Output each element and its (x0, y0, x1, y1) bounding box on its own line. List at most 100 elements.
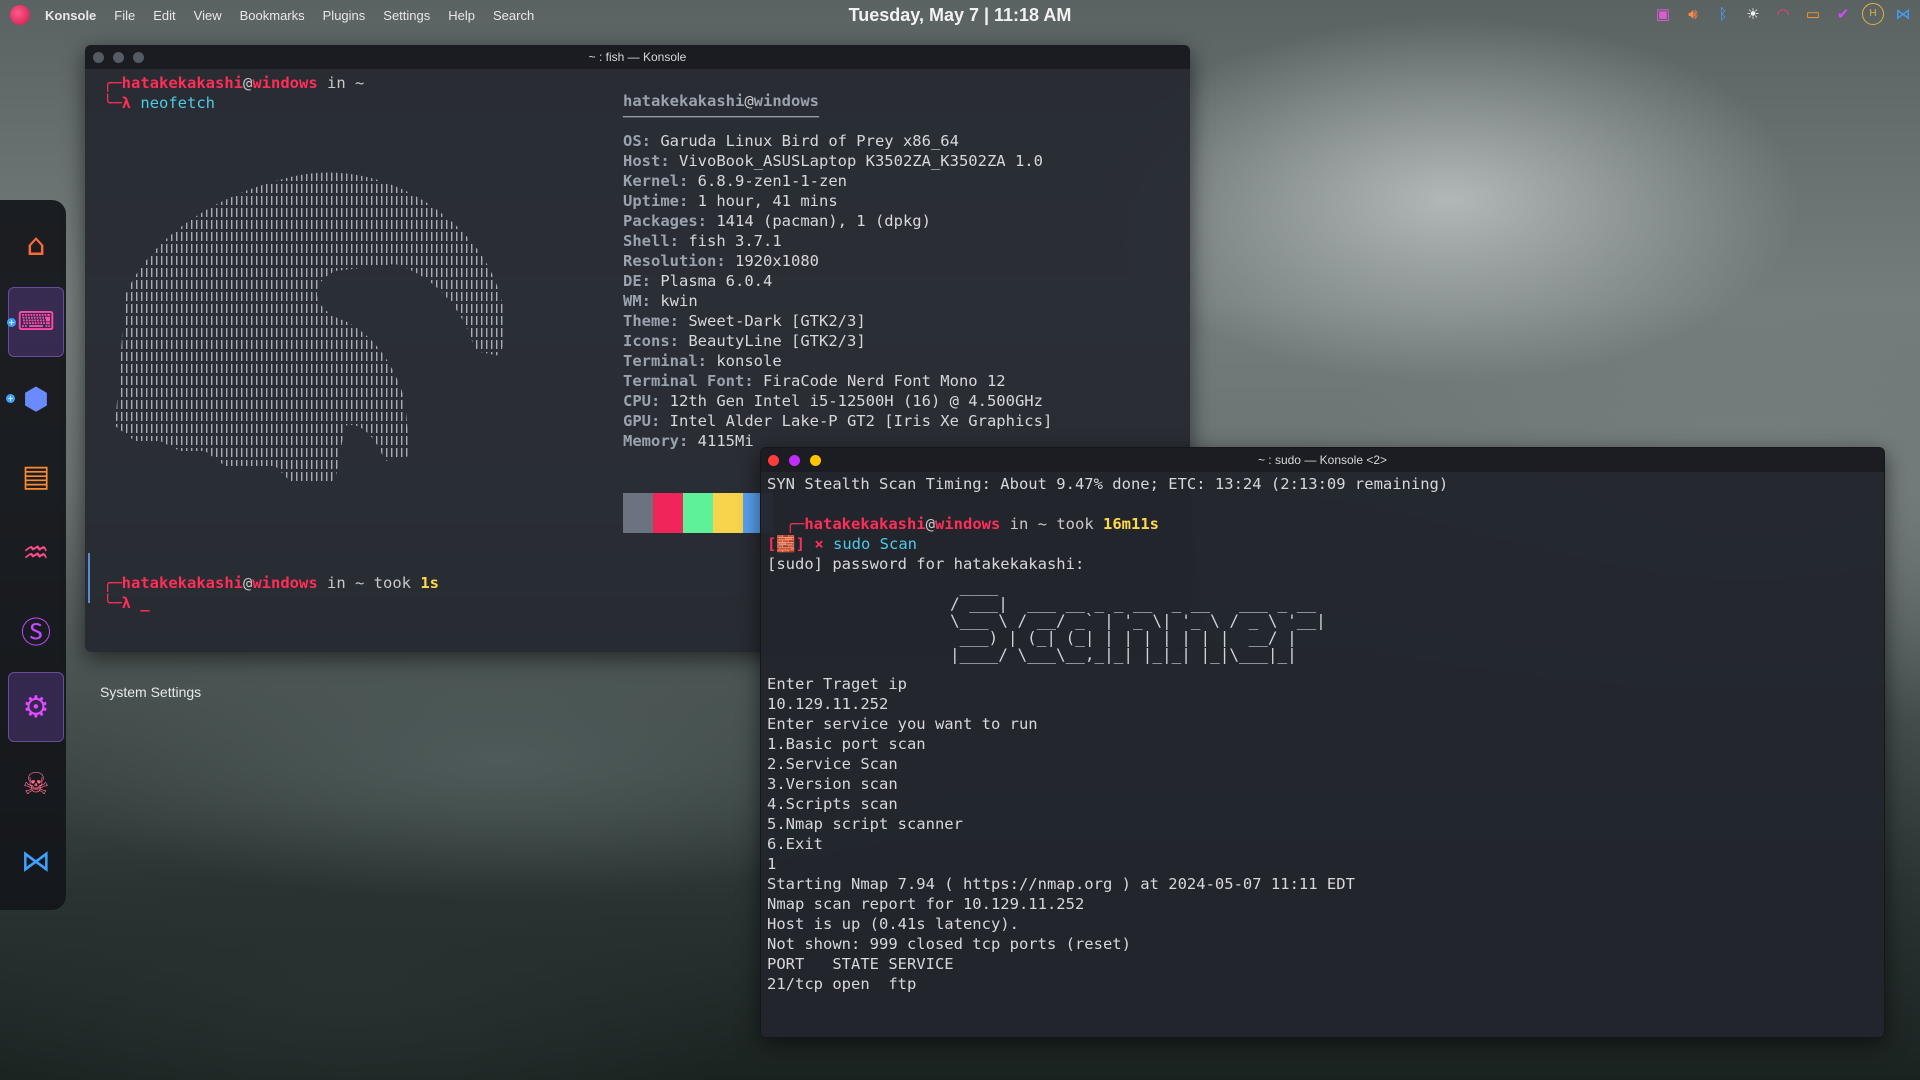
menu-bookmarks[interactable]: Bookmarks (240, 8, 305, 23)
browser-icon: ⬢ (22, 381, 50, 417)
info-row-shell: Shell: fish 3.7.1 (623, 232, 782, 250)
output-line: 10.129.11.252 (767, 695, 889, 713)
prompt-dir: ~ (355, 74, 365, 92)
output-line: Nmap scan report for 10.129.11.252 (767, 895, 1085, 913)
menu-view[interactable]: View (194, 8, 222, 23)
scan-progress-line: SYN Stealth Scan Timing: About 9.47% don… (767, 475, 1449, 493)
terminal-prompt: ╭─hatakekakashi@windows in ~ took 16m11s (767, 515, 1159, 533)
neofetch-separator: ───────────────────── (623, 108, 819, 126)
output-line: PORT STATE SERVICE (767, 955, 954, 973)
color-swatch (623, 493, 653, 533)
info-row-host: Host: VivoBook_ASUSLaptop K3502ZA_K3502Z… (623, 152, 1043, 170)
garuda-logo-icon[interactable] (10, 5, 30, 25)
menu-plugins[interactable]: Plugins (323, 8, 366, 23)
dock-item-snap[interactable]: Ⓢ (8, 595, 64, 665)
prompt-in: in (317, 74, 355, 92)
menu-edit[interactable]: Edit (153, 8, 175, 23)
window-titlebar[interactable]: ~ : fish — Konsole (85, 45, 1190, 69)
output-line: Enter Traget ip (767, 675, 907, 693)
info-row-kernel: Kernel: 6.8.9-zen1-1-zen (623, 172, 847, 190)
info-row-os: OS: Garuda Linux Bird of Prey x86_64 (623, 132, 959, 150)
output-line: 4.Scripts scan (767, 795, 898, 813)
garuda-ascii-logo (105, 125, 525, 525)
sudo-password-prompt: [sudo] password for hatakekakashi: (767, 555, 1085, 573)
info-row-resolution: Resolution: 1920x1080 (623, 252, 819, 270)
system-monitor-icon: ♒ (22, 535, 50, 571)
info-row-icons: Icons: BeautyLine [GTK2/3] (623, 332, 866, 350)
info-row-de: DE: Plasma 6.0.4 (623, 272, 773, 290)
status-glyph: [🧱] (767, 535, 805, 553)
info-row-uptime: Uptime: 1 hour, 41 mins (623, 192, 838, 210)
terminal-command-line: [🧱] × sudo Scan (767, 534, 917, 554)
output-line: 6.Exit (767, 835, 823, 853)
system-tray: ▣ 🔊︎ ᛒ ☀ ◠ ▭ ✔ H ⋈ (1652, 3, 1914, 25)
window-title: ~ : sudo — Konsole <2> (1257, 453, 1388, 467)
konsole-icon: ⌨ (17, 307, 55, 337)
info-row-terminal-font: Terminal Font: FiraCode Nerd Font Mono 1… (623, 372, 1006, 390)
volume-icon[interactable]: 🔊︎ (1682, 3, 1704, 25)
scroll-marker (88, 553, 90, 603)
scanner-banner: ____ / ___| ___ __ _ _ __ _ __ ___ _ __ … (950, 577, 1326, 664)
output-line: Enter service you want to run (767, 715, 1038, 733)
terminal-prompt: ╭─hatakekakashi@windows in ~ (103, 74, 365, 92)
output-line: 2.Service Scan (767, 755, 898, 773)
running-indicator: + (7, 318, 16, 327)
dock-item-settings[interactable]: ⚙ (8, 672, 64, 742)
dock: ⌂ + ⌨ + ⬢ ▤ ♒ Ⓢ ⚙ ☠ ⋈ (0, 200, 66, 910)
battery-icon[interactable]: ▭ (1802, 3, 1824, 25)
prompt-lambda: λ (121, 94, 132, 112)
konsole-window-sudo[interactable]: ~ : sudo — Konsole <2> SYN Stealth Scan … (760, 447, 1885, 1038)
info-row-cpu: CPU: 12th Gen Intel i5-12500H (16) @ 4.5… (623, 392, 1043, 410)
user-avatar-icon[interactable]: H (1862, 3, 1884, 25)
bluetooth-icon[interactable]: ᛒ (1712, 3, 1734, 25)
calendar-icon[interactable]: ▣ (1652, 3, 1674, 25)
output-line: 21/tcp open ftp (767, 975, 917, 993)
output-line: 3.Version scan (767, 775, 898, 793)
snap-icon: Ⓢ (21, 616, 51, 651)
garuda-icon: ⌂ (26, 227, 46, 263)
menu-settings[interactable]: Settings (383, 8, 430, 23)
scan-command: Scan (879, 535, 917, 553)
dock-item-files[interactable]: ▤ (8, 441, 64, 511)
menu-file[interactable]: File (114, 8, 135, 23)
info-row-gpu: GPU: Intel Alder Lake-P GT2 [Iris Xe Gra… (623, 412, 1053, 430)
status-x: × (814, 535, 824, 553)
dock-item-konsole[interactable]: + ⌨ (7, 287, 64, 357)
output-line: 5.Nmap script scanner (767, 815, 963, 833)
vivaldi-icon[interactable]: ✔ (1832, 3, 1854, 25)
menu-search[interactable]: Search (493, 8, 534, 23)
color-swatch (713, 493, 743, 533)
top-panel: Konsole File Edit View Bookmarks Plugins… (0, 0, 1920, 30)
output-line: Host is up (0.41s latency). (767, 915, 1019, 933)
info-row-wm: WM: kwin (623, 292, 698, 310)
info-row-terminal: Terminal: konsole (623, 352, 782, 370)
app-name[interactable]: Konsole (45, 8, 96, 23)
window-title: ~ : fish — Konsole (588, 50, 687, 64)
output-line: 1 (767, 855, 777, 873)
output-line: Not shown: 999 closed tcp ports (reset) (767, 935, 1131, 953)
wifi-icon[interactable]: ◠ (1772, 3, 1794, 25)
color-swatch (653, 493, 683, 533)
sudo-command: sudo (833, 535, 871, 553)
color-swatches (623, 493, 773, 533)
brightness-icon[interactable]: ☀ (1742, 3, 1764, 25)
ghost-icon: ☠ (22, 766, 50, 802)
vscode-icon[interactable]: ⋈ (1892, 3, 1914, 25)
vscode-icon: ⋈ (21, 843, 51, 879)
window-titlebar[interactable]: ~ : sudo — Konsole <2> (761, 448, 1884, 472)
terminal-command-line: ╰─λ neofetch (103, 94, 216, 112)
output-line: Starting Nmap 7.94 ( https://nmap.org ) … (767, 875, 1355, 893)
terminal-cursor-line[interactable]: ╰─λ _ (103, 593, 150, 613)
output-line: 1.Basic port scan (767, 735, 926, 753)
dock-item-ghost[interactable]: ☠ (8, 749, 64, 819)
dock-item-system-monitor[interactable]: ♒ (8, 518, 64, 588)
menu-help[interactable]: Help (448, 8, 475, 23)
dock-item-vscode[interactable]: ⋈ (8, 826, 64, 896)
command-text: neofetch (140, 94, 216, 112)
garuda-ascii-art (115, 172, 505, 481)
prompt-at: @ (243, 74, 253, 92)
dock-item-browser[interactable]: + ⬢ (6, 364, 64, 434)
info-row-packages: Packages: 1414 (pacman), 1 (dpkg) (623, 212, 931, 230)
dock-item-garuda[interactable]: ⌂ (8, 210, 64, 280)
prompt-user: hatakekakashi (121, 74, 243, 92)
